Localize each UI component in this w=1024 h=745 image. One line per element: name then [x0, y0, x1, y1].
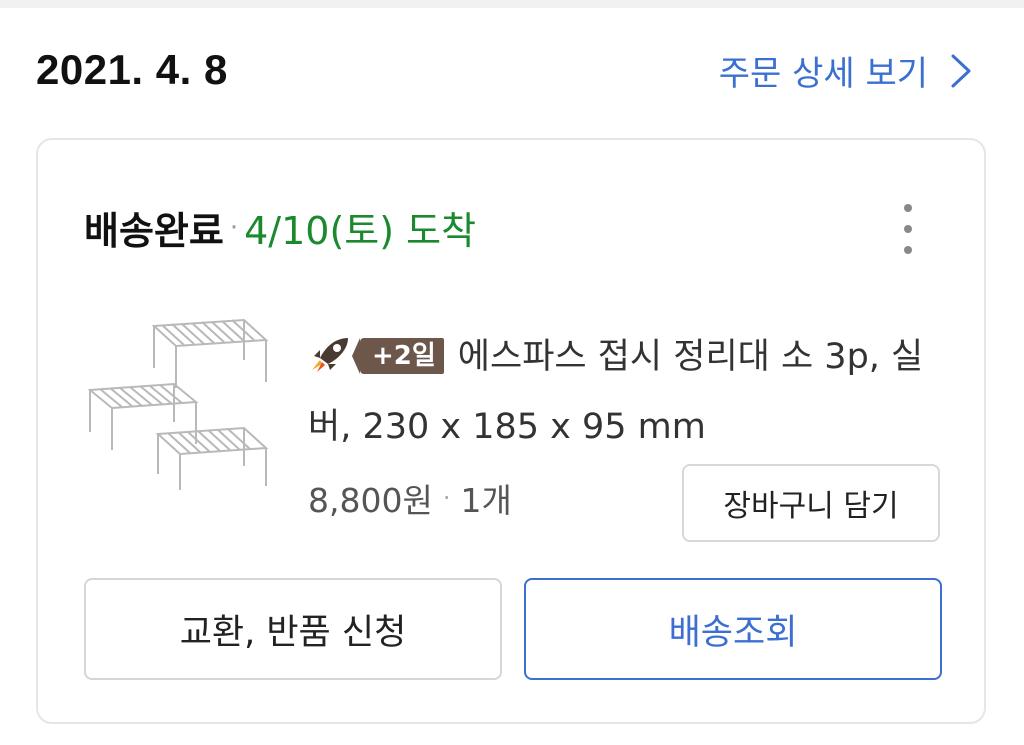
- add-to-cart-label: 장바구니 담기: [723, 489, 899, 524]
- more-vertical-icon[interactable]: [898, 204, 918, 254]
- track-delivery-label: 배송조회: [668, 612, 798, 653]
- price-separator: ·: [442, 484, 451, 512]
- shipment-status-row: 배송완료 · 4/10(토) 도착: [84, 200, 476, 255]
- price-row: 8,800원 · 1개: [308, 474, 512, 522]
- exchange-return-button[interactable]: 교환, 반품 신청: [84, 578, 502, 680]
- product-thumbnail[interactable]: [84, 310, 270, 492]
- track-delivery-button[interactable]: 배송조회: [524, 578, 942, 680]
- order-date: 2021. 4. 8: [36, 46, 228, 93]
- order-card: 배송완료 · 4/10(토) 도착 +2일 에스파스 접시 정리대 소 3p, …: [36, 138, 986, 724]
- top-divider: [0, 0, 1024, 8]
- product-price: 8,800원: [308, 481, 433, 520]
- shipment-status: 배송완료: [84, 209, 224, 253]
- product-quantity: 1개: [460, 481, 512, 520]
- chevron-right-icon: [951, 54, 971, 87]
- product-info: +2일 에스파스 접시 정리대 소 3p, 실버, 230 x 185 x 95 …: [308, 322, 948, 462]
- order-detail-link[interactable]: 주문 상세 보기: [719, 46, 972, 95]
- arrival-date: 4/10(토) 도착: [244, 209, 477, 253]
- order-detail-link-label: 주문 상세 보기: [718, 54, 928, 94]
- add-to-cart-button[interactable]: 장바구니 담기: [682, 464, 940, 542]
- exchange-return-label: 교환, 반품 신청: [179, 612, 407, 653]
- product-title-block[interactable]: +2일 에스파스 접시 정리대 소 3p, 실버, 230 x 185 x 95 …: [308, 322, 948, 462]
- status-separator: ·: [229, 212, 239, 243]
- delivery-day-badge: +2일: [352, 338, 444, 374]
- rocket-icon: [312, 338, 348, 372]
